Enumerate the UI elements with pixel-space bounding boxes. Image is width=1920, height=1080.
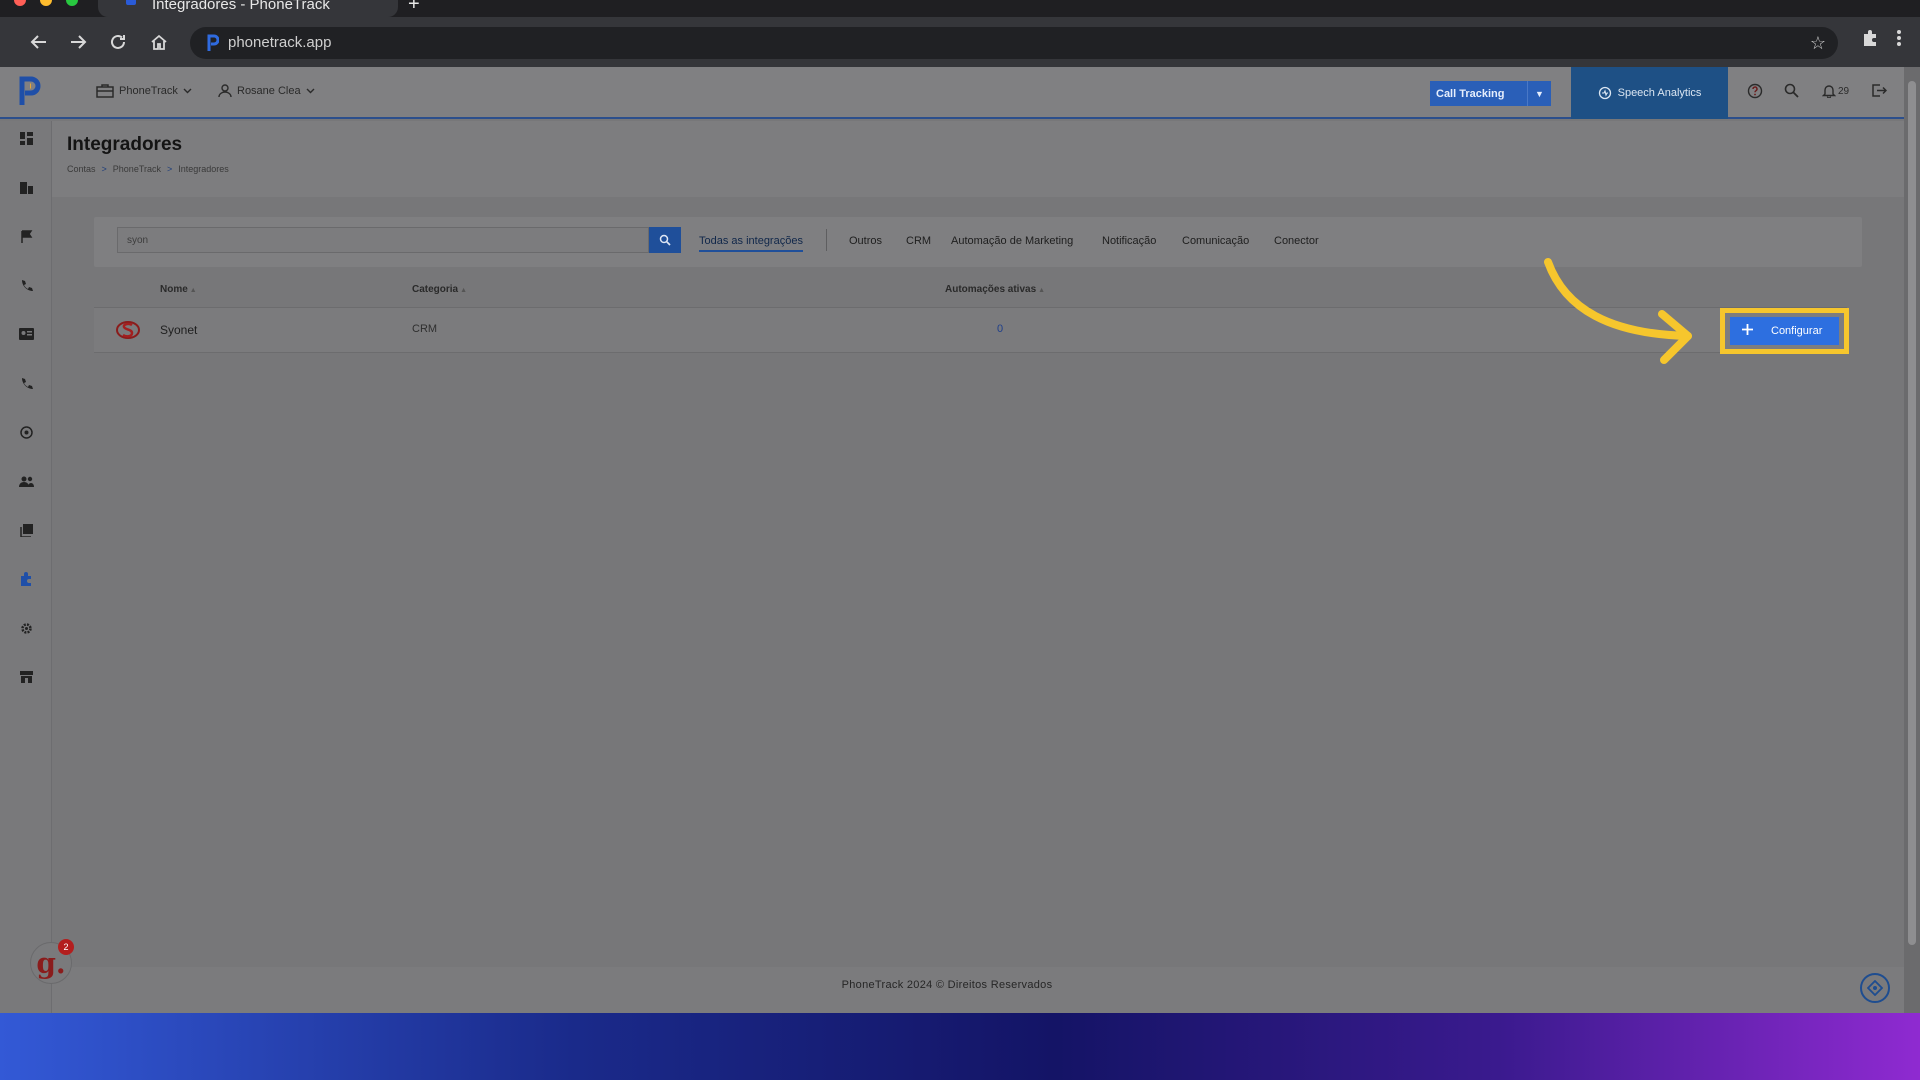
home-icon	[151, 34, 167, 50]
syonet-logo	[116, 321, 140, 339]
chevron-down-icon	[183, 88, 192, 94]
sort-icon: ▲	[189, 287, 197, 294]
sort-icon: ▲	[1038, 287, 1046, 294]
sidebar-flag-icon[interactable]	[18, 229, 34, 243]
breadcrumb-integradores: Integradores	[178, 164, 229, 174]
forward-button[interactable]	[63, 27, 93, 57]
tab-outros[interactable]: Outros	[849, 235, 882, 247]
user-menu-label: Rosane Clea	[237, 85, 301, 97]
tab-comunicacao[interactable]: Comunicação	[1182, 235, 1249, 247]
column-header-automacoes-ativas[interactable]: Automações ativas ▲	[945, 284, 1045, 295]
back-arrow-icon	[30, 35, 46, 49]
search-icon	[659, 234, 671, 246]
address-url: phonetrack.app	[228, 34, 332, 51]
sidebar-calls-icon[interactable]	[18, 376, 34, 390]
breadcrumb-separator: >	[101, 164, 107, 174]
app-topbar: PhoneTrack Rosane Clea Call Tracking ▼ S…	[0, 67, 1904, 119]
product-select-label: Call Tracking	[1436, 87, 1505, 100]
column-header-categoria[interactable]: Categoria ▲	[412, 284, 467, 295]
sidebar-store-icon[interactable]	[18, 670, 34, 684]
account-menu-label: PhoneTrack	[119, 85, 178, 97]
browser-tab[interactable]: Integradores - PhoneTrack	[98, 0, 398, 17]
search-input[interactable]: syon	[117, 227, 649, 253]
breadcrumb-phonetrack[interactable]: PhoneTrack	[113, 164, 161, 174]
user-icon	[218, 84, 232, 98]
sidebar	[0, 121, 52, 1013]
maximize-window-dot[interactable]	[66, 0, 78, 6]
breadcrumb-contas[interactable]: Contas	[67, 164, 96, 174]
sidebar-users-icon[interactable]	[18, 474, 34, 488]
browser-toolbar: phonetrack.app ☆	[0, 17, 1920, 67]
tab-favicon-icon	[126, 0, 136, 5]
row-name: Syonet	[160, 323, 198, 337]
row-active-automations[interactable]: 0	[997, 323, 1003, 335]
column-header-nome[interactable]: Nome ▲	[160, 284, 197, 295]
sidebar-building-icon[interactable]	[18, 180, 34, 194]
browser-tabstrip: Integradores - PhoneTrack +	[0, 0, 1920, 17]
help-icon[interactable]	[1747, 83, 1763, 103]
reload-button[interactable]	[103, 27, 133, 57]
close-window-dot[interactable]	[14, 0, 26, 6]
configure-button[interactable]: Configurar	[1730, 317, 1839, 345]
sidebar-target-icon[interactable]	[18, 425, 34, 439]
scrollbar-thumb[interactable]	[1908, 81, 1916, 945]
row-category: CRM	[412, 323, 438, 335]
product-select[interactable]: Call Tracking ▼	[1430, 81, 1551, 106]
sidebar-settings-gear-icon[interactable]	[18, 621, 34, 635]
reload-icon	[111, 34, 125, 49]
sidebar-integrations-puzzle-icon[interactable]	[18, 572, 34, 586]
site-favicon-icon	[207, 34, 219, 51]
highlight-arrow	[1544, 258, 1692, 364]
page-scrollbar[interactable]	[1904, 67, 1920, 1013]
tab-crm[interactable]: CRM	[906, 235, 931, 247]
sidebar-dashboard-icon[interactable]	[18, 131, 34, 145]
desktop-background	[0, 1013, 1920, 1080]
speech-analytics-button[interactable]: Speech Analytics	[1571, 67, 1728, 119]
chevron-down-icon	[306, 88, 315, 94]
user-menu[interactable]: Rosane Clea	[218, 84, 315, 98]
caret-down-icon: ▼	[1527, 81, 1551, 106]
tab-conector[interactable]: Conector	[1274, 235, 1319, 247]
briefcase-icon	[96, 84, 114, 98]
home-button[interactable]	[144, 27, 174, 57]
phonetrack-logo[interactable]	[16, 75, 44, 107]
logout-icon[interactable]	[1871, 83, 1888, 102]
notification-count: 29	[1838, 86, 1850, 97]
highlight-box: Configurar	[1720, 308, 1849, 354]
back-button[interactable]	[24, 27, 54, 57]
new-tab-button[interactable]: +	[408, 0, 420, 16]
breadcrumb-separator: >	[167, 164, 173, 174]
page-header: Integradores Contas > PhoneTrack > Integ…	[52, 121, 1904, 197]
footer: PhoneTrack 2024 © Direitos Reservados	[52, 967, 1904, 1013]
sidebar-phone-icon[interactable]	[18, 278, 34, 292]
speech-analytics-label: Speech Analytics	[1617, 87, 1702, 99]
app-viewport: PhoneTrack Rosane Clea Call Tracking ▼ S…	[0, 67, 1920, 1013]
search-button[interactable]	[649, 227, 681, 253]
speech-analytics-icon	[1598, 86, 1611, 100]
account-menu[interactable]: PhoneTrack	[96, 84, 192, 98]
plus-icon	[1742, 324, 1753, 338]
forward-arrow-icon	[71, 35, 87, 49]
browser-menu-icon[interactable]	[1896, 28, 1902, 54]
tab-automacao-de-marketing[interactable]: Automação de Marketing	[951, 235, 1073, 247]
g-widget-count: 2	[58, 939, 74, 955]
footer-text: PhoneTrack 2024 © Direitos Reservados	[841, 979, 1053, 991]
sidebar-library-icon[interactable]	[18, 523, 34, 537]
sidebar-contact-card-icon[interactable]	[18, 327, 34, 341]
address-bar[interactable]: phonetrack.app ☆	[190, 27, 1838, 59]
page-title: Integradores	[67, 134, 183, 155]
sort-icon: ▲	[460, 287, 468, 294]
tab-notificacao[interactable]: Notificação	[1102, 235, 1156, 247]
search-icon[interactable]	[1784, 83, 1799, 102]
extensions-puzzle-icon[interactable]	[1860, 28, 1880, 54]
tab-divider	[826, 229, 827, 251]
tab-todas-as-integracoes[interactable]: Todas as integrações	[699, 235, 803, 252]
bell-icon[interactable]	[1821, 83, 1837, 102]
minimize-window-dot[interactable]	[40, 0, 52, 6]
configure-label: Configurar	[1771, 325, 1823, 337]
breadcrumb: Contas > PhoneTrack > Integradores	[67, 164, 229, 174]
bookmark-star-icon[interactable]: ☆	[1810, 33, 1826, 54]
chat-support-icon[interactable]	[1860, 973, 1890, 1003]
tab-title: Integradores - PhoneTrack	[152, 0, 330, 13]
